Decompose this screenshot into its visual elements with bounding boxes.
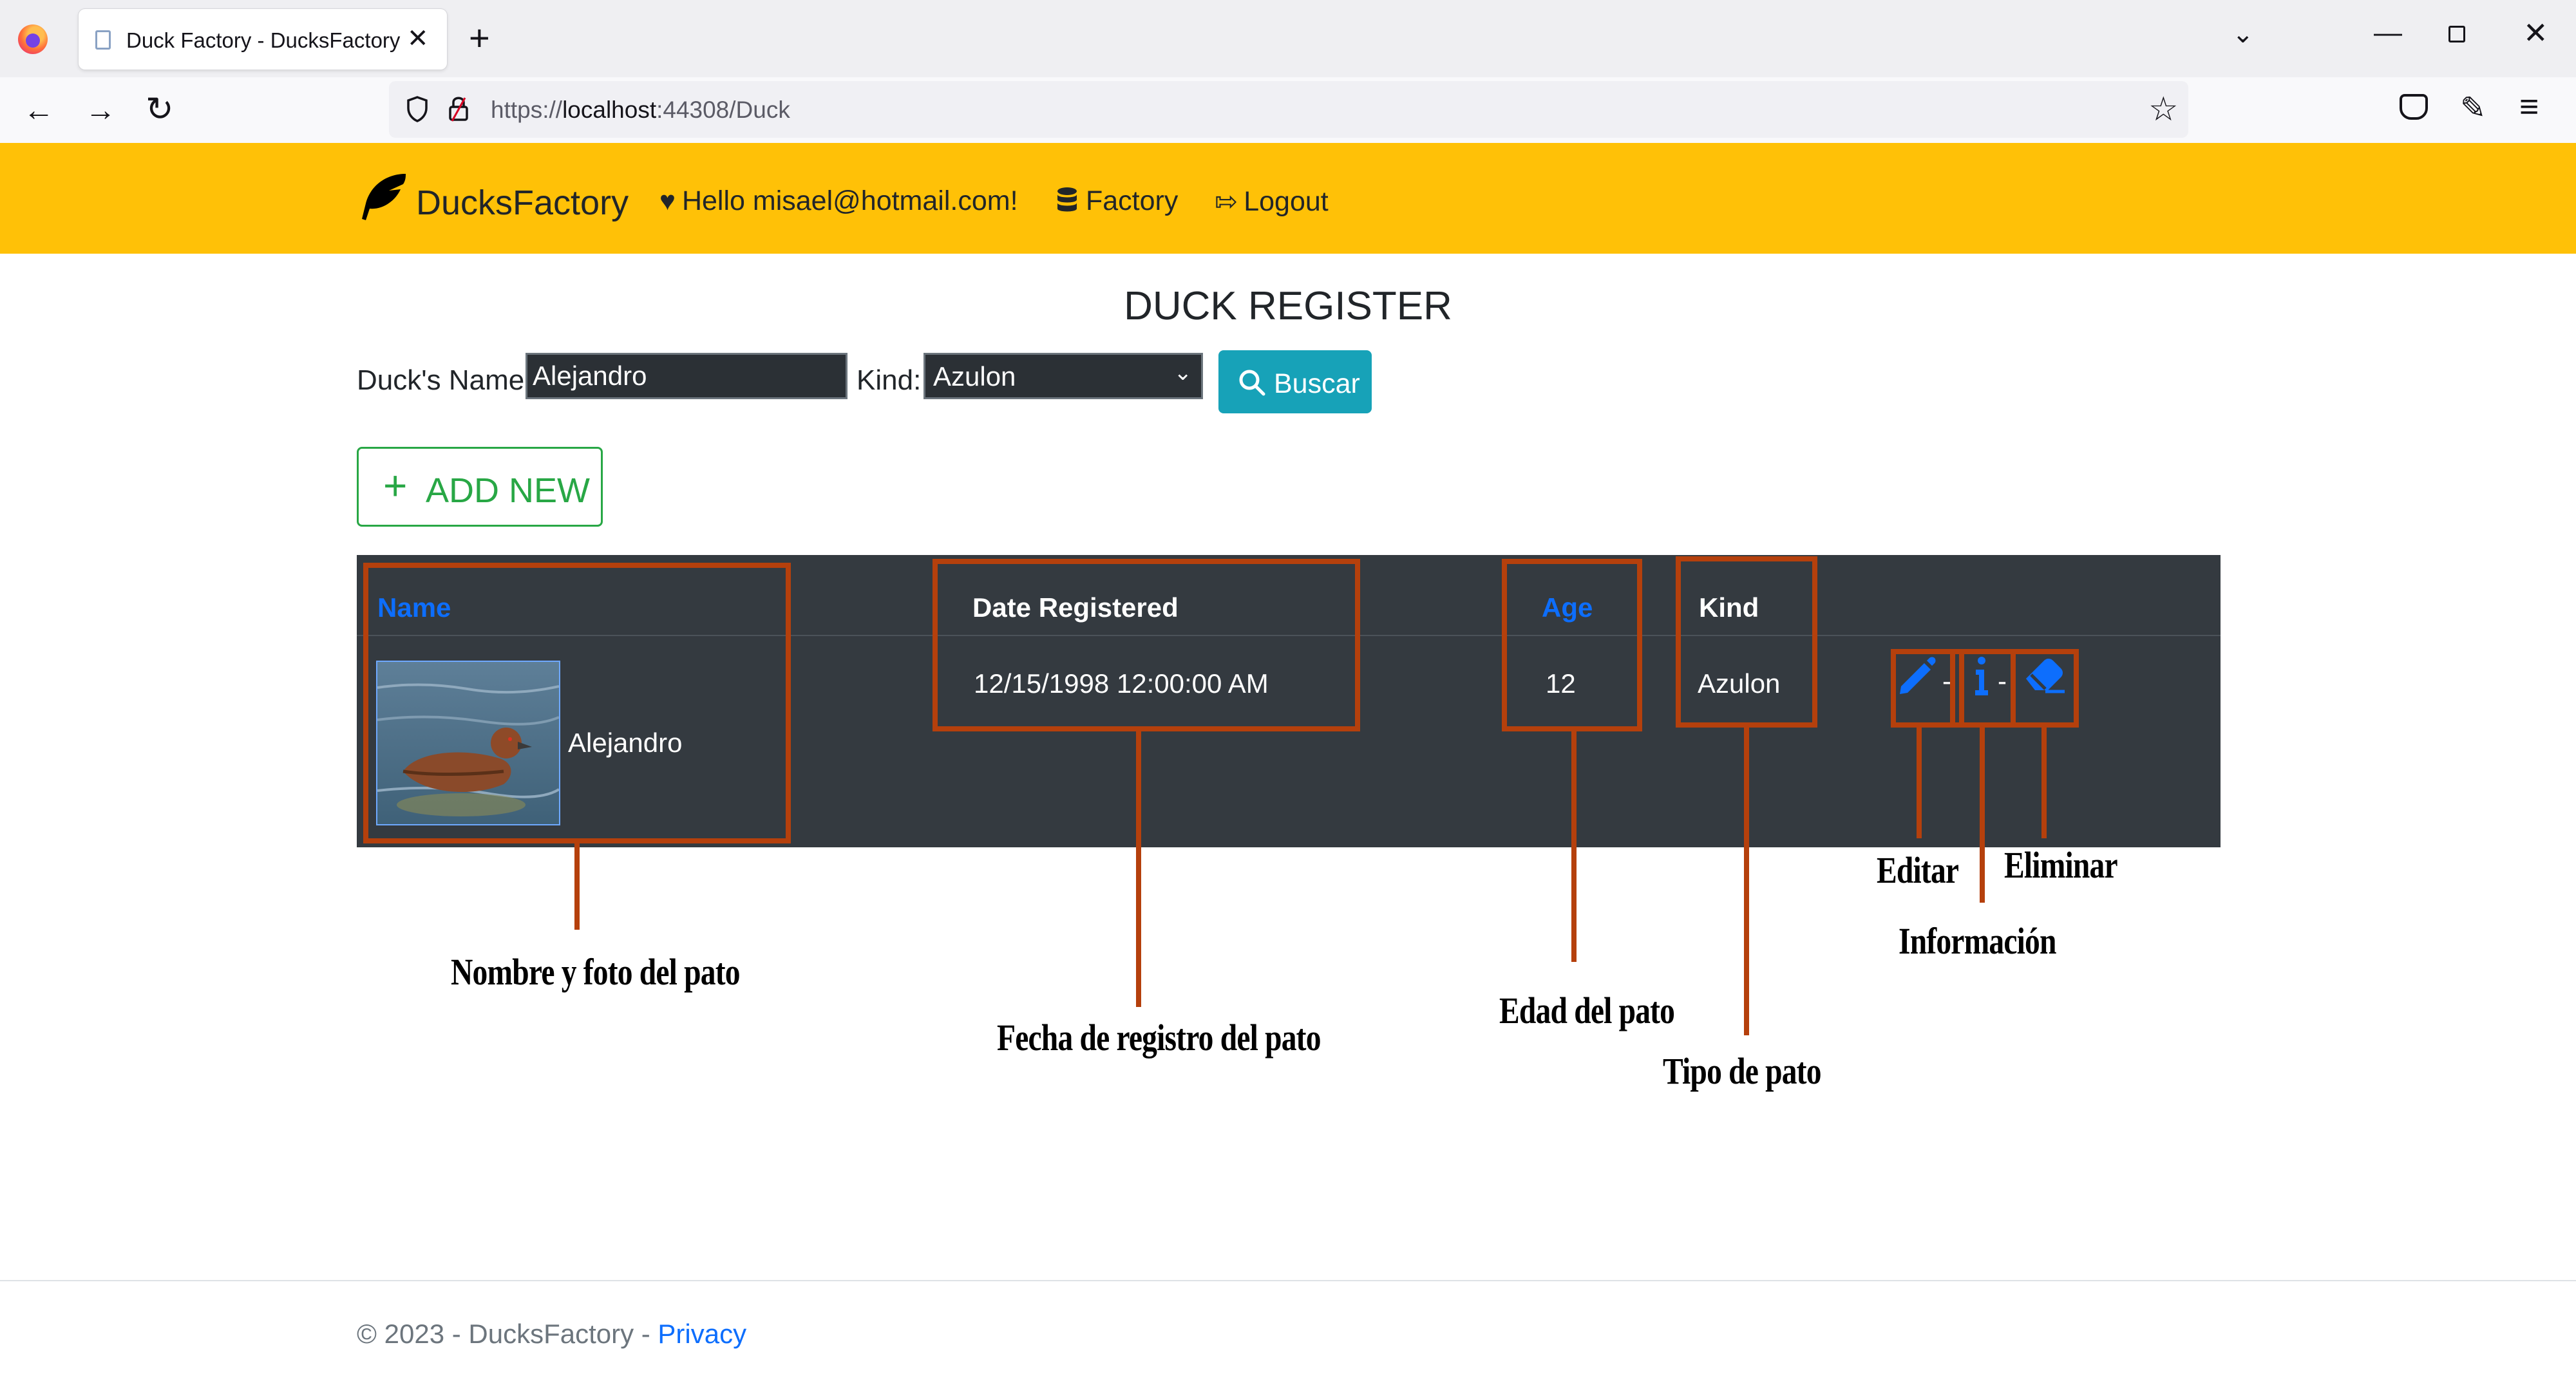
annotation-label-date: Fecha de registro del pato bbox=[997, 1017, 1321, 1058]
firefox-logo-icon[interactable] bbox=[18, 24, 48, 54]
url-text[interactable]: https://localhost:44308/Duck bbox=[491, 97, 790, 124]
add-new-label: ADD NEW bbox=[426, 471, 590, 510]
reload-icon[interactable]: ↻ bbox=[146, 90, 174, 129]
annotation-label-info: Información bbox=[1899, 920, 2056, 962]
browser-toolbar: ← → ↻ https://localhost:44308/Duck ☆ ✎ ≡ bbox=[0, 77, 2576, 144]
annotation-label-delete: Eliminar bbox=[2004, 844, 2118, 886]
duck-name-input[interactable] bbox=[526, 353, 848, 399]
annotation-box-delete bbox=[2011, 649, 2079, 728]
minimize-icon[interactable]: — bbox=[2374, 17, 2402, 49]
chevron-down-icon: ⌄ bbox=[1173, 361, 1193, 385]
footer: © 2023 - DucksFactory - Privacy bbox=[357, 1319, 746, 1350]
kind-select[interactable]: Azulon ⌄ bbox=[923, 353, 1203, 399]
shield-icon[interactable] bbox=[406, 95, 429, 122]
search-icon bbox=[1239, 370, 1265, 396]
kind-select-value: Azulon bbox=[933, 361, 1016, 391]
search-button-label: Buscar bbox=[1274, 368, 1360, 399]
annotation-label-edit: Editar bbox=[1877, 849, 1959, 891]
footer-divider bbox=[0, 1280, 2576, 1281]
address-bar[interactable]: https://localhost:44308/Duck ☆ bbox=[389, 81, 2188, 138]
brand-link[interactable]: DucksFactory bbox=[416, 183, 629, 223]
privacy-link[interactable]: Privacy bbox=[658, 1319, 746, 1349]
annotation-box-kind bbox=[1676, 556, 1817, 728]
annotation-box-info bbox=[1950, 649, 2016, 728]
extensions-icon[interactable]: ✎ bbox=[2460, 90, 2486, 126]
duck-name-label: Duck's Name: bbox=[357, 364, 533, 396]
annotation-box-name bbox=[363, 563, 791, 843]
annotation-line bbox=[1571, 731, 1577, 962]
page-title: DUCK REGISTER bbox=[1124, 284, 1452, 328]
logout-icon: ⇰ bbox=[1215, 186, 1238, 216]
chevron-down-icon[interactable]: ⌄ bbox=[2232, 19, 2254, 49]
annotation-label-kind: Tipo de pato bbox=[1663, 1050, 1821, 1092]
search-button[interactable]: Buscar bbox=[1218, 350, 1372, 413]
annotation-line bbox=[1136, 731, 1141, 1007]
nav-logout-link[interactable]: ⇰ Logout bbox=[1215, 185, 1329, 218]
add-new-button[interactable]: + ADD NEW bbox=[357, 447, 603, 527]
pocket-icon[interactable] bbox=[2400, 94, 2428, 120]
plus-icon: + bbox=[383, 462, 408, 509]
browser-tab-bar: Duck Factory - DucksFactory ✕ + ⌄ — ✕ bbox=[0, 0, 2576, 77]
annotation-line bbox=[1744, 728, 1749, 1035]
plus-icon[interactable]: + bbox=[469, 15, 490, 61]
database-icon bbox=[1057, 187, 1077, 212]
kind-label: Kind: bbox=[857, 364, 922, 396]
nav-factory-link[interactable]: Factory bbox=[1056, 185, 1178, 217]
page-icon bbox=[95, 30, 111, 50]
annotation-line bbox=[574, 843, 580, 930]
back-icon[interactable]: ← bbox=[23, 93, 54, 128]
browser-tab[interactable]: Duck Factory - DucksFactory ✕ bbox=[79, 9, 447, 70]
close-icon[interactable]: ✕ bbox=[407, 23, 429, 54]
annotation-line bbox=[2041, 728, 2047, 838]
annotation-line bbox=[1980, 728, 1985, 903]
annotation-label-age: Edad del pato bbox=[1499, 990, 1675, 1031]
annotation-label-name-photo: Nombre y foto del pato bbox=[451, 951, 741, 993]
footer-copyright: © 2023 - DucksFactory - bbox=[357, 1319, 658, 1349]
annotation-box-age bbox=[1502, 559, 1642, 731]
site-navbar: DucksFactory ♥ Hello misael@hotmail.com! … bbox=[0, 143, 2576, 254]
menu-icon[interactable]: ≡ bbox=[2519, 88, 2539, 126]
restore-icon[interactable] bbox=[2448, 26, 2465, 42]
star-icon[interactable]: ☆ bbox=[2148, 90, 2179, 129]
heart-icon: ♥ bbox=[659, 185, 676, 216]
lock-icon[interactable] bbox=[447, 94, 470, 122]
annotation-box-date bbox=[933, 559, 1360, 731]
window-close-icon[interactable]: ✕ bbox=[2523, 15, 2548, 50]
feather-icon[interactable] bbox=[357, 170, 411, 224]
annotation-line bbox=[1917, 728, 1922, 838]
tab-title: Duck Factory - DucksFactory bbox=[126, 28, 401, 52]
nav-hello-link[interactable]: ♥ Hello misael@hotmail.com! bbox=[659, 185, 1018, 217]
forward-icon[interactable]: → bbox=[85, 93, 116, 128]
